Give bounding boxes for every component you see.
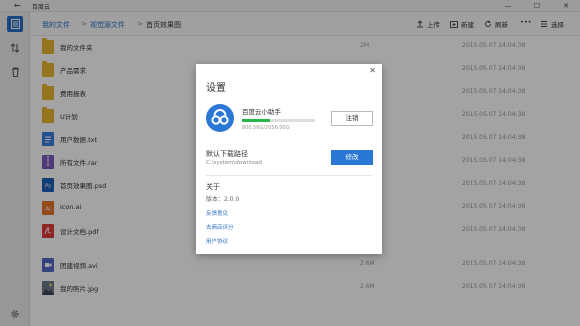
username: 百度云小助手 — [242, 108, 281, 116]
feedback-link[interactable]: 反馈意见 — [206, 209, 228, 217]
storage-progress-fill — [242, 119, 271, 122]
version-text: 版本：2.0.0 — [206, 196, 240, 203]
divider — [206, 175, 372, 176]
rate-link[interactable]: 去商店评分 — [206, 223, 234, 231]
storage-quota: 800.56G/2056.00G — [242, 125, 290, 131]
settings-dialog: ✕ 设置 百度云小助手 800.56G/2056.00G 注销 默认下载路径 C… — [196, 64, 382, 254]
download-dir-path: C:\system\download — [206, 160, 262, 166]
about-label: 关于 — [206, 183, 220, 191]
modify-button[interactable]: 修改 — [331, 150, 373, 165]
logout-button[interactable]: 注销 — [331, 111, 373, 126]
dialog-title: 设置 — [206, 83, 226, 94]
close-icon[interactable]: ✕ — [369, 66, 376, 75]
avatar — [206, 104, 234, 132]
storage-progress-bar — [242, 119, 315, 122]
download-dir-label: 默认下载路径 — [206, 150, 248, 158]
baidu-cloud-logo-icon — [211, 109, 229, 125]
user-agreement-link[interactable]: 用户协议 — [206, 237, 228, 245]
